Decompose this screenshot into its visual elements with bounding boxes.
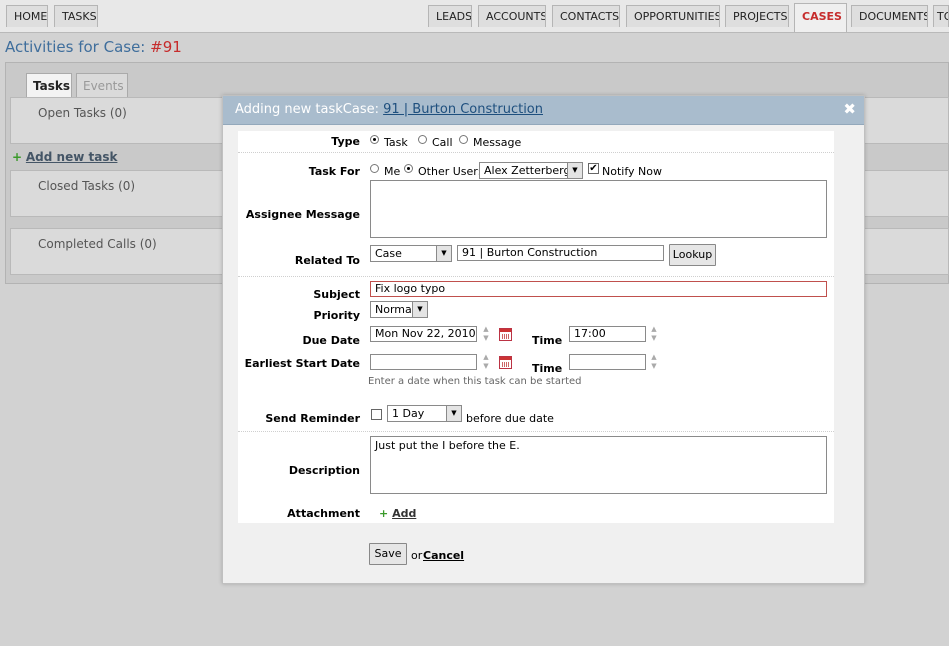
related-to-label: Related To (294, 254, 360, 267)
assignee-message-input[interactable] (370, 180, 827, 238)
top-nav: HOME TASKS LEADS ACCOUNTS CONTACTS OPPOR… (0, 0, 949, 33)
tab-events[interactable]: Events (76, 73, 128, 97)
task-form: Type Task Call Message Task For Me Other… (238, 131, 834, 523)
chevron-down-icon: ▼ (412, 302, 427, 317)
subject-input[interactable]: Fix logo typo (370, 281, 827, 297)
add-attachment-text: Add (392, 507, 417, 520)
send-reminder-checkbox[interactable] (371, 409, 382, 420)
add-task-dialog: Adding new taskCase: 91 | Burton Constru… (222, 95, 865, 584)
spinner-icon[interactable]: ▲ ▼ (482, 325, 490, 343)
type-label: Type (331, 135, 360, 148)
nav-tab-home[interactable]: HOME (6, 5, 48, 27)
calendar-icon[interactable] (499, 356, 512, 369)
priority-label: Priority (313, 309, 360, 322)
add-attachment-link[interactable]: + Add (379, 507, 416, 520)
due-date-label: Due Date (302, 334, 360, 347)
description-input[interactable]: Just put the I before the E. (370, 436, 827, 494)
subject-label: Subject (313, 288, 360, 301)
nav-tab-overflow[interactable]: TO (933, 5, 949, 27)
plus-icon: + (379, 507, 389, 520)
plus-icon: + (12, 150, 23, 164)
spinner-icon[interactable]: ▲ ▼ (650, 353, 658, 371)
send-reminder-label: Send Reminder (265, 412, 360, 425)
dialog-title: Adding new taskCase: 91 | Burton Constru… (235, 102, 543, 117)
related-type-select[interactable]: Case ▼ (370, 245, 452, 262)
description-label: Description (288, 464, 360, 477)
nav-tab-tasks[interactable]: TASKS (54, 5, 98, 27)
notify-now-label: Notify Now (602, 165, 662, 178)
type-call-radio[interactable] (418, 135, 427, 144)
attachment-label: Attachment (287, 507, 360, 520)
lookup-button[interactable]: Lookup (669, 244, 716, 266)
dialog-title-text: Adding new taskCase: (235, 102, 384, 117)
nav-tab-leads[interactable]: LEADS (428, 5, 472, 27)
completed-calls-label: Completed Calls (0) (38, 237, 157, 251)
start-time-label: Time (532, 362, 563, 375)
spinner-icon[interactable]: ▲ ▼ (482, 353, 490, 371)
related-type-value: Case (375, 247, 402, 260)
case-number: #91 (150, 38, 182, 56)
type-task-radio[interactable] (370, 135, 379, 144)
add-new-task-text: Add new task (25, 150, 118, 164)
case-link[interactable]: 91 | Burton Construction (383, 102, 543, 117)
due-time-input[interactable]: 17:00 (569, 326, 646, 342)
cancel-link[interactable]: Cancel (423, 549, 464, 562)
nav-tab-projects[interactable]: PROJECTS (725, 5, 789, 27)
page-title-text: Activities for Case: (5, 38, 151, 56)
priority-value: Normal (375, 303, 415, 316)
row-divider (238, 152, 834, 153)
type-task-label: Task (384, 136, 408, 149)
or-label: or (411, 549, 423, 562)
save-button[interactable]: Save (369, 543, 407, 565)
closed-tasks-label: Closed Tasks (0) (38, 179, 136, 193)
reminder-value: 1 Day (392, 407, 425, 420)
task-for-me-radio[interactable] (370, 164, 379, 173)
type-message-label: Message (473, 136, 522, 149)
assignee-select[interactable]: Alex Zetterberg ▼ (479, 162, 583, 179)
priority-select[interactable]: Normal ▼ (370, 301, 428, 318)
type-call-label: Call (432, 136, 453, 149)
assignee-value: Alex Zetterberg (484, 164, 571, 177)
due-time-label: Time (532, 334, 563, 347)
earliest-start-hint: Enter a date when this task can be start… (368, 376, 582, 387)
nav-tab-accounts[interactable]: ACCOUNTS (478, 5, 546, 27)
row-divider (238, 276, 834, 277)
chevron-down-icon: ▼ (436, 246, 451, 261)
notify-now-checkbox[interactable]: ✔ (588, 163, 599, 174)
spinner-icon[interactable]: ▲ ▼ (650, 325, 658, 343)
assignee-message-label: Assignee Message (245, 208, 360, 221)
page-title: Activities for Case: #91 (5, 38, 182, 56)
earliest-start-label: Earliest Start Date (244, 357, 360, 370)
nav-tab-documents[interactable]: DOCUMENTS (851, 5, 928, 27)
task-for-other-label: Other User: (418, 165, 482, 178)
due-date-input[interactable]: Mon Nov 22, 2010 (370, 326, 477, 342)
row-divider (238, 431, 834, 432)
nav-tab-opportunities[interactable]: OPPORTUNITIES (626, 5, 720, 27)
close-icon[interactable]: ✖ (843, 100, 856, 118)
reminder-select[interactable]: 1 Day ▼ (387, 405, 462, 422)
calendar-icon[interactable] (499, 328, 512, 341)
task-for-label: Task For (308, 165, 360, 178)
earliest-start-input[interactable] (370, 354, 477, 370)
dialog-header: Adding new taskCase: 91 | Burton Constru… (223, 96, 864, 125)
reminder-suffix: before due date (466, 412, 554, 425)
related-to-field[interactable]: 91 | Burton Construction (457, 245, 664, 261)
task-for-me-label: Me (384, 165, 401, 178)
start-time-input[interactable] (569, 354, 646, 370)
task-for-other-radio[interactable] (404, 164, 413, 173)
add-new-task-link[interactable]: + Add new task (12, 150, 117, 164)
open-tasks-label: Open Tasks (0) (38, 106, 127, 120)
tab-tasks[interactable]: Tasks (26, 73, 72, 97)
chevron-down-icon: ▼ (567, 163, 582, 178)
chevron-down-icon: ▼ (446, 406, 461, 421)
type-message-radio[interactable] (459, 135, 468, 144)
nav-tab-contacts[interactable]: CONTACTS (552, 5, 620, 27)
nav-tab-cases[interactable]: CASES (794, 3, 847, 32)
